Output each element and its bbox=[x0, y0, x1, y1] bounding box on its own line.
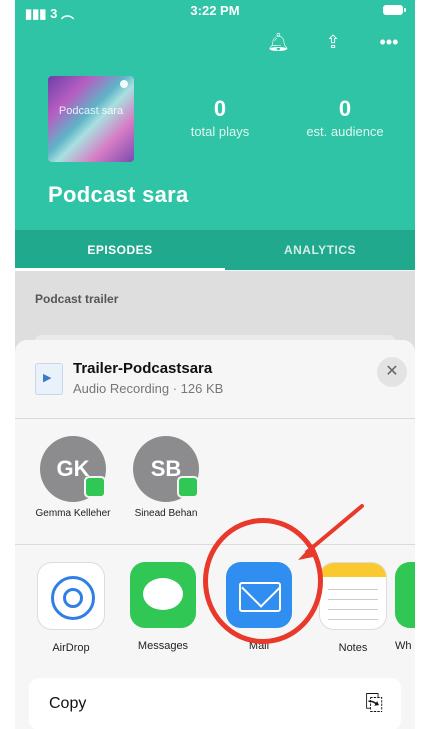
annotation-arrow bbox=[298, 504, 364, 560]
phone-screen: ▮▮▮ 3 ︵ 3:22 PM 🔔︎ ⇪ ••• Podcast sara 0 … bbox=[15, 0, 415, 729]
